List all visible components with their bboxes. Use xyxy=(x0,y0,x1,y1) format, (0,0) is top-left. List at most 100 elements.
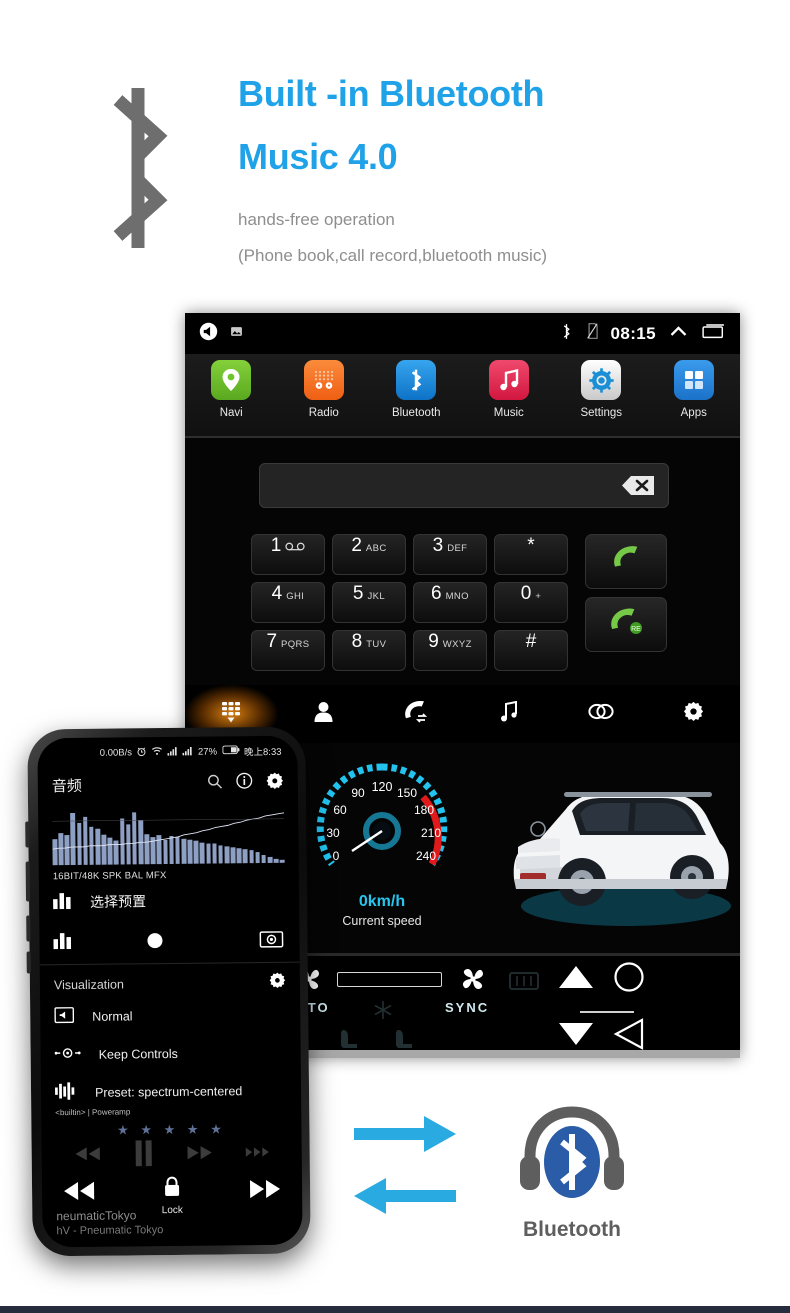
phone-number-display[interactable] xyxy=(259,463,669,508)
gear-icon[interactable] xyxy=(266,771,284,794)
svg-text:60: 60 xyxy=(333,803,347,817)
key-letters: TUV xyxy=(366,639,387,650)
rewind-icon[interactable] xyxy=(74,1145,102,1166)
dialpad-row: 1 2 ABC 3 DEF * xyxy=(251,534,571,575)
triangle-down-icon[interactable] xyxy=(557,1021,595,1052)
equalizer-slider-row[interactable] xyxy=(39,920,299,963)
phone-button[interactable] xyxy=(25,821,30,848)
stereo-icon[interactable] xyxy=(259,931,284,953)
radio-icon xyxy=(303,360,344,400)
search-icon[interactable] xyxy=(207,773,223,794)
transport-controls-row xyxy=(42,1137,302,1174)
key-letters: + xyxy=(535,591,542,602)
visualization-item-normal[interactable]: Normal xyxy=(40,996,300,1037)
key-3[interactable]: 3 DEF xyxy=(413,534,487,575)
contact-icon xyxy=(314,701,333,727)
equalizer-icon[interactable] xyxy=(53,930,73,953)
key-1[interactable]: 1 xyxy=(251,534,325,575)
app-music[interactable]: Music xyxy=(463,360,556,419)
app-radio[interactable]: Radio xyxy=(278,360,371,419)
slider-knob[interactable] xyxy=(147,933,163,949)
key-9[interactable]: 9 WXYZ xyxy=(413,630,487,671)
fan-icon[interactable] xyxy=(459,965,487,998)
page-title-line1: Built -in Bluetooth xyxy=(238,73,545,114)
key-0[interactable]: 0 + xyxy=(494,582,568,623)
recents-icon[interactable] xyxy=(701,323,726,344)
keep-controls-icon xyxy=(54,1045,81,1064)
key-hash[interactable]: # xyxy=(494,630,568,671)
lock-icon[interactable] xyxy=(163,1176,181,1202)
key-6[interactable]: 6 MNO xyxy=(413,582,487,623)
svg-text:240: 240 xyxy=(416,849,436,863)
no-sim-icon xyxy=(586,323,598,344)
pause-icon[interactable] xyxy=(134,1139,154,1171)
visualization-credit: <builtin> | Poweramp xyxy=(55,1107,131,1118)
visualization-item-keep-controls[interactable]: Keep Controls xyxy=(40,1034,300,1075)
divider xyxy=(580,1011,634,1013)
key-digit: * xyxy=(527,535,535,556)
app-label-bluetooth: Bluetooth xyxy=(391,407,441,419)
call-buttons-column: RE xyxy=(585,534,667,660)
headunit-app-launcher: Navi Radio Bluetooth Music Settings Apps xyxy=(185,354,740,438)
svg-text:0: 0 xyxy=(333,849,340,863)
keypad-icon xyxy=(220,700,242,729)
voicemail-icon xyxy=(285,539,305,554)
temperature-bar[interactable] xyxy=(337,972,442,987)
phone-button[interactable] xyxy=(26,915,31,942)
screenshot-icon[interactable] xyxy=(230,325,243,343)
skip-icon[interactable] xyxy=(245,1145,270,1163)
app-navi[interactable]: Navi xyxy=(185,360,278,419)
phone-button[interactable] xyxy=(25,861,31,902)
dialer-tab-history[interactable] xyxy=(370,685,463,743)
bluetooth-footer-label: Bluetooth xyxy=(523,1218,621,1241)
sync-label[interactable]: SYNC xyxy=(445,1000,489,1015)
equalizer-icon xyxy=(53,891,73,914)
rear-defrost-icon[interactable] xyxy=(508,971,540,996)
redial-button[interactable]: RE xyxy=(585,597,667,652)
fast-forward-icon[interactable] xyxy=(186,1144,214,1165)
preset-selector-row[interactable]: 选择预置 xyxy=(39,880,299,923)
dialpad-row: 4 GHI 5 JKL 6 MNO 0 + xyxy=(251,582,571,623)
headunit-status-bar: 08:15 xyxy=(185,313,740,354)
music-note-icon xyxy=(488,360,529,400)
key-4[interactable]: 4 GHI xyxy=(251,582,325,623)
current-speed-value: 0km/h xyxy=(358,893,406,910)
dialer-tab-settings[interactable] xyxy=(648,685,741,743)
app-settings[interactable]: Settings xyxy=(555,360,648,419)
key-letters: DEF xyxy=(447,543,468,554)
dialpad-keys: 1 2 ABC 3 DEF * 4 GHI 5 JKL 6 MNO 0 + 7 … xyxy=(251,534,571,678)
backspace-icon[interactable] xyxy=(620,473,656,498)
key-5[interactable]: 5 JKL xyxy=(332,582,406,623)
eq-response-curve xyxy=(52,808,285,865)
signal-icon xyxy=(182,745,193,758)
app-apps[interactable]: Apps xyxy=(648,360,741,419)
key-7[interactable]: 7 PQRS xyxy=(251,630,325,671)
track-artist: hV - Pneumatic Tokyo xyxy=(56,1224,164,1238)
chevron-up-icon[interactable] xyxy=(669,324,688,343)
equalizer-spectrum[interactable] xyxy=(52,808,285,870)
svg-text:RE: RE xyxy=(631,626,641,633)
volume-icon[interactable] xyxy=(199,322,218,346)
svg-text:210: 210 xyxy=(421,826,441,840)
fast-forward-icon[interactable] xyxy=(248,1179,282,1205)
call-button[interactable] xyxy=(585,534,667,589)
key-2[interactable]: 2 ABC xyxy=(332,534,406,575)
app-bluetooth[interactable]: Bluetooth xyxy=(370,360,463,419)
key-8[interactable]: 8 TUV xyxy=(332,630,406,671)
key-digit: 3 xyxy=(432,535,444,556)
phone-app-bar: 音频 xyxy=(38,762,298,807)
triangle-up-icon[interactable] xyxy=(557,964,595,995)
call-icon xyxy=(609,546,643,577)
power-circle-icon[interactable] xyxy=(613,961,645,998)
speedometer-gauge: 0 30 60 90 120 150 180 210 240 xyxy=(316,763,448,867)
dialer-tab-music[interactable] xyxy=(463,685,556,743)
dialer-tab-pair[interactable] xyxy=(555,685,648,743)
gear-icon xyxy=(683,701,704,727)
phone-button[interactable] xyxy=(26,951,31,974)
info-icon[interactable] xyxy=(236,772,253,794)
svg-text:120: 120 xyxy=(372,780,393,794)
key-star[interactable]: * xyxy=(494,534,568,575)
snowflake-icon[interactable] xyxy=(373,1000,393,1025)
gear-icon[interactable] xyxy=(269,972,286,994)
phone-device-overlay: 0.00B/s 27% 晚上8:33 音频 16BIT/48K SPK BAL … xyxy=(25,726,311,1257)
